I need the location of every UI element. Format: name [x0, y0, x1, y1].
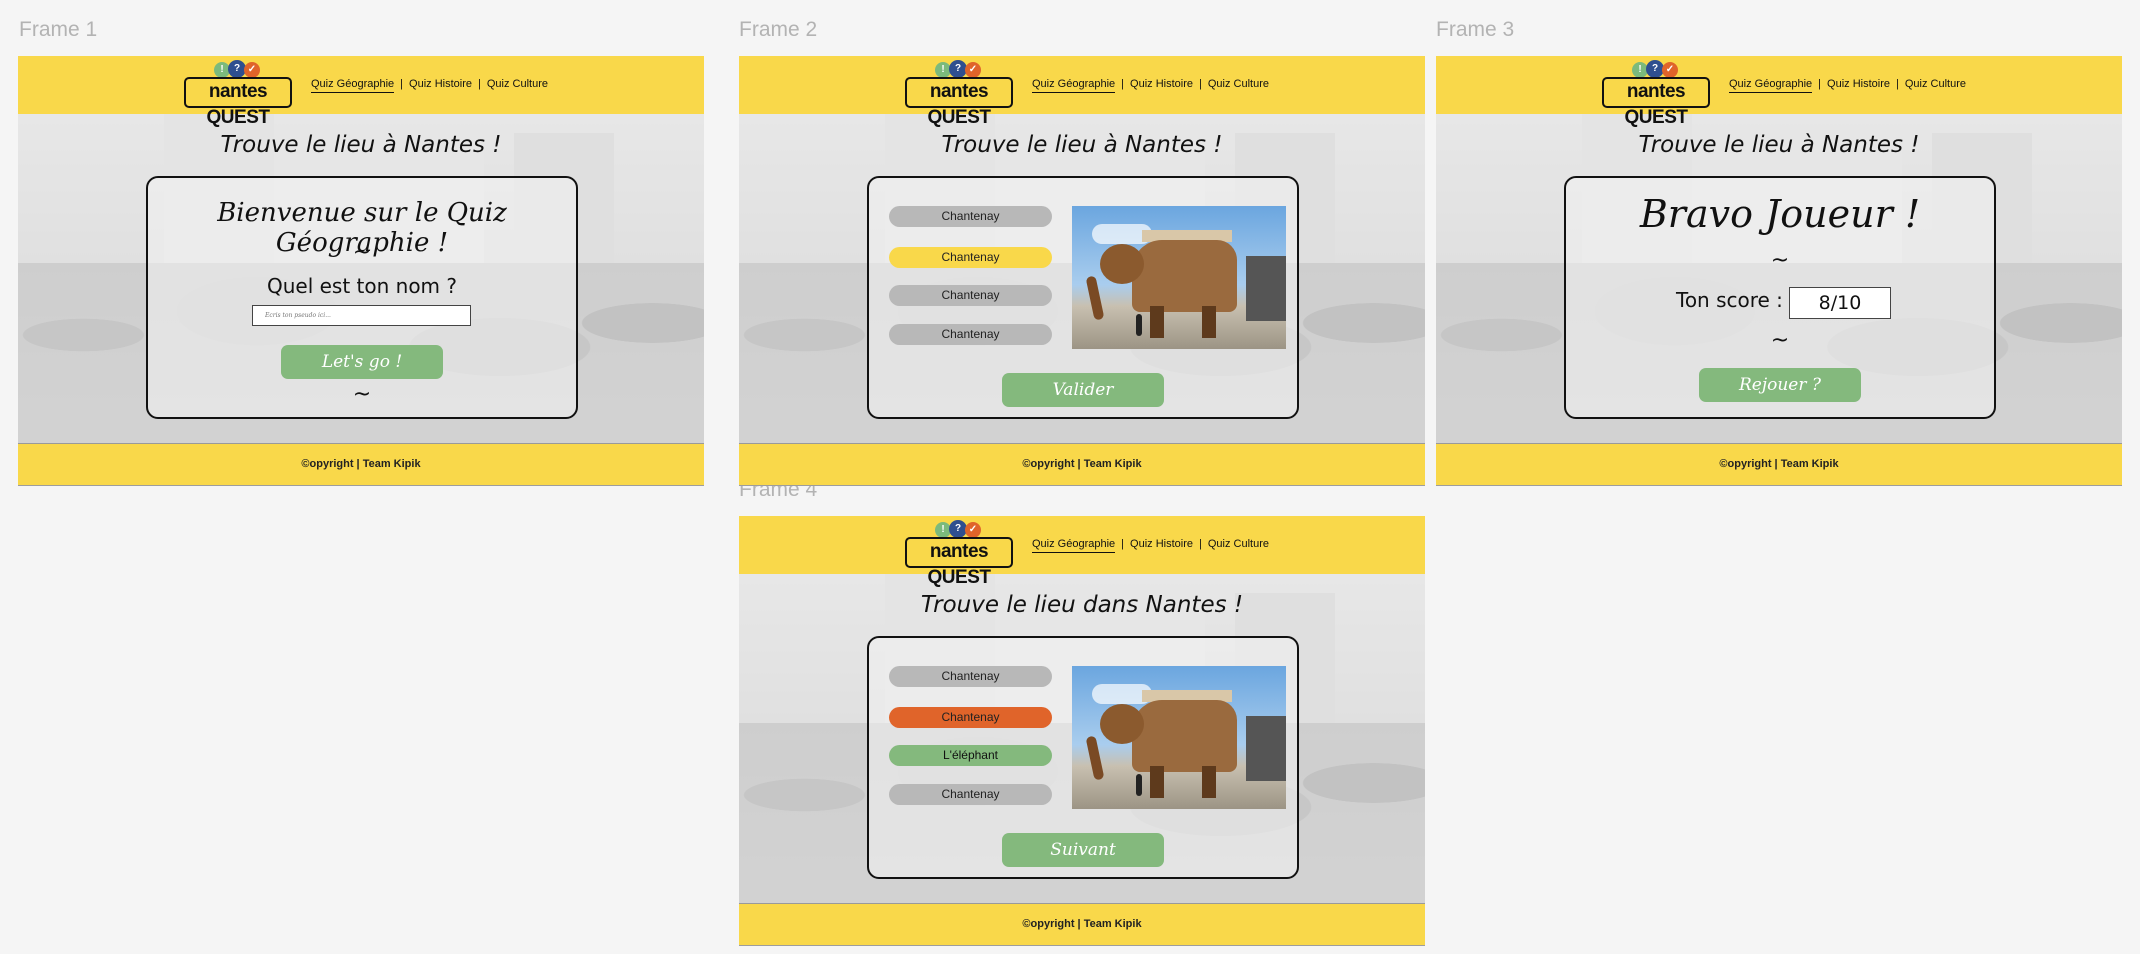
frame-3-label: Frame 3: [1436, 18, 1515, 41]
nantes-quest-logo[interactable]: !? ✓ nantes QUEST: [1602, 60, 1710, 128]
name-question: Quel est ton nom ?: [266, 274, 458, 298]
nav-quiz-geographie[interactable]: Quiz Géographie: [1032, 538, 1116, 553]
site-header: !? ✓ nantes QUEST Quiz Géographie | Quiz Hi…: [1436, 56, 2122, 128]
site-header: !? ✓ nantes QUEST Quiz Géographie | Quiz Hi…: [739, 516, 1425, 588]
correction-card: Chantenay Chantenay L'éléphant Chantenay…: [867, 636, 1299, 879]
logo-text: nantes QUEST: [905, 537, 1013, 588]
answer-option-3[interactable]: Chantenay: [889, 285, 1052, 306]
nav-quiz-culture[interactable]: Quiz Culture: [1208, 538, 1269, 550]
tilde-divider: ~: [352, 382, 372, 407]
nav-quiz-geographie[interactable]: Quiz Géographie: [311, 78, 395, 93]
page-title: Trouve le lieu à Nantes !: [941, 132, 1223, 158]
page-title: Trouve le lieu à Nantes !: [1638, 132, 1920, 158]
site-footer: ©opyright | Team Kipik: [739, 444, 1425, 485]
nav-quiz-histoire[interactable]: Quiz Histoire: [1827, 78, 1890, 90]
quiz-card: Chantenay Chantenay Chantenay Chantenay …: [867, 176, 1299, 419]
page-title: Trouve le lieu dans Nantes !: [920, 592, 1244, 618]
frame-quiz-question: !? ✓ nantes QUEST Quiz Géographie | Quiz Hi…: [739, 56, 1425, 486]
nantes-quest-logo[interactable]: !? ✓ nantes QUEST: [905, 520, 1013, 588]
frame-correction: !? ✓ nantes QUEST Quiz Géographie | Quiz Hi…: [739, 516, 1425, 946]
site-header: !? ✓ nantes QUEST Quiz Géographie | Quiz Hi…: [18, 56, 704, 128]
logo-text: nantes QUEST: [905, 77, 1013, 128]
frame-1-label: Frame 1: [19, 18, 98, 41]
nav-quiz-geographie[interactable]: Quiz Géographie: [1729, 78, 1813, 93]
suivant-button[interactable]: Suivant: [1002, 833, 1164, 867]
nantes-quest-logo[interactable]: !? ✓ nantes QUEST: [905, 60, 1013, 128]
check-bubble-icon: ✓: [244, 62, 260, 78]
main-nav: Quiz Géographie | Quiz Histoire | Quiz Cultu…: [311, 78, 548, 93]
elephant-photo: [1072, 666, 1286, 809]
answer-option-4[interactable]: Chantenay: [889, 324, 1052, 345]
main-nav: Quiz Géographie | Quiz Histoire | Quiz Cultu…: [1729, 78, 1966, 93]
frame-welcome: !? ✓ nantes QUEST Quiz Géographie | Quiz Hi…: [18, 56, 704, 486]
elephant-photo: [1072, 206, 1286, 349]
nav-quiz-culture[interactable]: Quiz Culture: [1905, 78, 1966, 90]
logo-text: nantes QUEST: [184, 77, 292, 128]
nav-quiz-culture[interactable]: Quiz Culture: [1208, 78, 1269, 90]
score-label: Ton score :: [1676, 288, 1783, 312]
answer-option-2-selected[interactable]: Chantenay: [889, 247, 1052, 268]
lets-go-button[interactable]: Let's go !: [281, 345, 443, 379]
site-footer: ©opyright | Team Kipik: [18, 444, 704, 485]
page-title: Trouve le lieu à Nantes !: [220, 132, 502, 158]
answer-option-4[interactable]: Chantenay: [889, 784, 1052, 805]
nav-quiz-geographie[interactable]: Quiz Géographie: [1032, 78, 1116, 93]
check-bubble-icon: ✓: [1662, 62, 1678, 78]
nav-quiz-histoire[interactable]: Quiz Histoire: [1130, 538, 1193, 550]
rejouer-button[interactable]: Rejouer ?: [1699, 368, 1861, 402]
bravo-heading: Bravo Joueur !: [1639, 192, 1921, 236]
frame-2-label: Frame 2: [739, 18, 818, 41]
main-nav: Quiz Géographie | Quiz Histoire | Quiz Cultu…: [1032, 538, 1269, 553]
site-footer: ©opyright | Team Kipik: [1436, 444, 2122, 485]
welcome-card: Bienvenue sur le Quiz Géographie ! ~ Que…: [146, 176, 578, 419]
name-input[interactable]: [252, 305, 471, 326]
tilde-divider: ~: [1770, 328, 1790, 353]
valider-button[interactable]: Valider: [1002, 373, 1164, 407]
nav-quiz-histoire[interactable]: Quiz Histoire: [409, 78, 472, 90]
check-bubble-icon: ✓: [965, 62, 981, 78]
tilde-divider: ~: [352, 240, 372, 265]
answer-option-2-wrong[interactable]: Chantenay: [889, 707, 1052, 728]
logo-text: nantes QUEST: [1602, 77, 1710, 128]
score-value: 8/10: [1789, 287, 1891, 319]
site-header: !? ✓ nantes QUEST Quiz Géographie | Quiz Hi…: [739, 56, 1425, 128]
tilde-divider: ~: [1770, 248, 1790, 273]
answer-option-1[interactable]: Chantenay: [889, 206, 1052, 227]
main-nav: Quiz Géographie | Quiz Histoire | Quiz Cultu…: [1032, 78, 1269, 93]
answer-option-3-correct[interactable]: L'éléphant: [889, 745, 1052, 766]
answer-option-1[interactable]: Chantenay: [889, 666, 1052, 687]
nav-quiz-culture[interactable]: Quiz Culture: [487, 78, 548, 90]
nav-quiz-histoire[interactable]: Quiz Histoire: [1130, 78, 1193, 90]
check-bubble-icon: ✓: [965, 522, 981, 538]
site-footer: ©opyright | Team Kipik: [739, 904, 1425, 945]
nantes-quest-logo[interactable]: !? ✓ nantes QUEST: [184, 60, 292, 128]
frame-result: !? ✓ nantes QUEST Quiz Géographie | Quiz Hi…: [1436, 56, 2122, 486]
result-card: Bravo Joueur ! ~ Ton score : 8/10 ~ Rejo…: [1564, 176, 1996, 419]
